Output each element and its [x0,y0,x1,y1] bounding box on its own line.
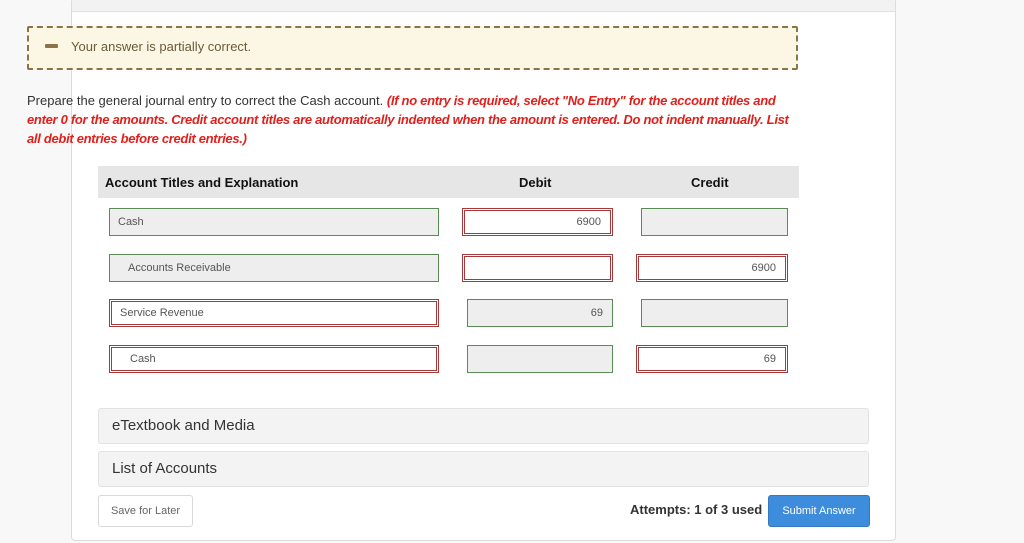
credit-field-4[interactable]: 69 [636,345,788,373]
feedback-banner: Your answer is partially correct. [27,26,798,70]
account-field-4[interactable]: Cash [109,345,439,373]
debit-field-2[interactable] [462,254,613,282]
prompt-text: Prepare the general journal entry to cor… [27,93,387,108]
account-field-1[interactable]: Cash [109,208,439,236]
question-prompt: Prepare the general journal entry to cor… [27,91,802,148]
list-of-accounts-accordion[interactable]: List of Accounts [98,451,869,487]
journal-table-header: Account Titles and Explanation Debit Cre… [98,166,799,198]
submit-answer-button[interactable]: Submit Answer [768,495,870,527]
credit-field-3[interactable] [641,299,788,327]
etextbook-accordion[interactable]: eTextbook and Media [98,408,869,444]
header-debit: Debit [519,175,552,190]
debit-field-4[interactable] [467,345,613,373]
header-account: Account Titles and Explanation [105,175,299,190]
feedback-message: Your answer is partially correct. [71,39,252,54]
credit-field-2[interactable]: 6900 [636,254,788,282]
debit-field-1[interactable]: 6900 [462,208,613,236]
credit-field-1[interactable] [641,208,788,236]
panel-top-strip [72,0,895,12]
partial-dash-icon [45,44,58,48]
attempts-counter: Attempts: 1 of 3 used [630,502,763,517]
account-field-2[interactable]: Accounts Receivable [109,254,439,282]
header-credit: Credit [691,175,729,190]
account-field-3[interactable]: Service Revenue [109,299,439,327]
debit-field-3[interactable]: 69 [467,299,613,327]
save-for-later-button[interactable]: Save for Later [98,495,193,527]
